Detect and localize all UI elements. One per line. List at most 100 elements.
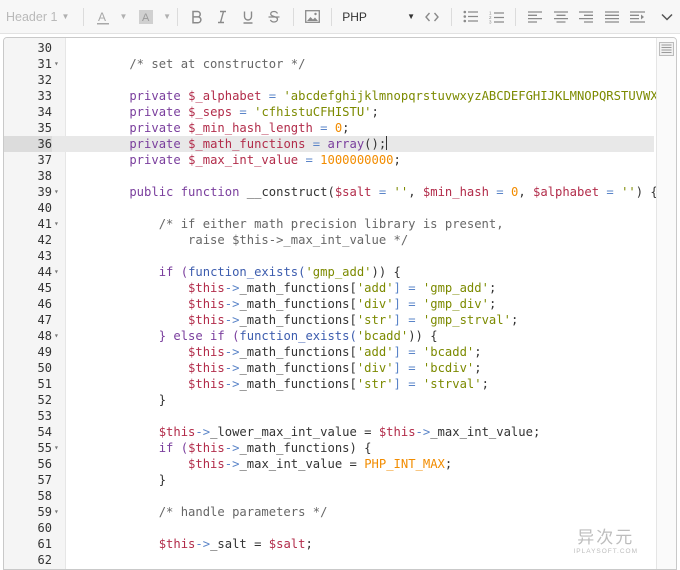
heading-select[interactable]: Header 1 ▼ — [6, 10, 77, 24]
code-line[interactable]: 39 ▾ public function __construct($salt = … — [4, 184, 658, 200]
line-number: 40 — [37, 201, 52, 215]
italic-button[interactable] — [212, 6, 234, 28]
code-line[interactable]: 59 ▾ /* handle parameters */ — [4, 504, 654, 520]
code-token: private — [100, 153, 189, 167]
bulleted-list-button[interactable] — [460, 6, 482, 28]
code-line[interactable]: 55 ▾ if ($this->_math_functions) { — [4, 440, 654, 456]
vertical-scrollbar[interactable] — [656, 38, 676, 569]
code-token: $salt — [268, 537, 306, 551]
code-line[interactable]: 48 ▾ } else if (function_exists('bcadd'))… — [4, 328, 654, 344]
background-color-button[interactable]: A — [135, 6, 157, 28]
underline-button[interactable] — [237, 6, 259, 28]
code-line[interactable]: 32 — [4, 72, 654, 88]
line-number: 49 — [37, 345, 52, 359]
line-number: 59 — [37, 505, 52, 519]
code-token: ; — [474, 361, 482, 375]
fold-arrow-icon[interactable]: ▾ — [54, 264, 64, 280]
code-line[interactable]: 37 private $_max_int_value = 1000000000; — [4, 152, 654, 168]
code-text: private $_alphabet = 'abcdefghijklmnopqr… — [100, 88, 676, 104]
code-line[interactable]: 44 ▾ if (function_exists('gmp_add')) { — [4, 264, 654, 280]
fold-arrow-icon[interactable]: ▾ — [54, 56, 64, 72]
toolbar-divider — [331, 7, 333, 26]
code-line[interactable]: 35 private $_min_hash_length = 0; — [4, 120, 654, 136]
align-right-button[interactable] — [575, 6, 597, 28]
code-token: 'add' — [356, 345, 394, 359]
code-line[interactable]: 31 ▾ /* set at constructor */ — [4, 56, 654, 72]
code-line[interactable]: 49 $this->_math_functions['add'] = 'bcad… — [4, 344, 654, 360]
collapse-toolbar-button[interactable] — [656, 6, 678, 28]
code-line[interactable]: 38 — [4, 168, 654, 184]
code-text: } else if (function_exists('bcadd')) { — [100, 328, 438, 344]
code-token: ] = — [393, 281, 423, 295]
justify-button[interactable] — [601, 6, 623, 28]
code-line[interactable]: 45 $this->_math_functions['add'] = 'gmp_… — [4, 280, 654, 296]
line-number: 38 — [37, 169, 52, 183]
code-token: $salt — [334, 185, 372, 199]
code-area[interactable]: 30 31 ▾ /* set at constructor */32 33 priva… — [4, 40, 676, 568]
code-line[interactable]: 61 $this->_salt = $salt; — [4, 536, 654, 552]
fold-arrow-icon[interactable]: ▾ — [54, 440, 64, 456]
code-line[interactable]: 41 ▾ /* if either math precision library … — [4, 216, 654, 232]
bold-button[interactable] — [186, 6, 208, 28]
align-center-button[interactable] — [550, 6, 572, 28]
numbered-list-button[interactable]: 1 2 3 — [485, 6, 507, 28]
code-line[interactable]: 56 $this->_max_int_value = PHP_INT_MAX; — [4, 456, 654, 472]
code-line[interactable]: 62 — [4, 552, 654, 568]
fold-arrow-icon[interactable]: ▾ — [54, 504, 64, 520]
code-token: } — [100, 393, 167, 407]
code-token: private — [100, 105, 189, 119]
code-token: -> — [195, 425, 211, 439]
text-color-icon: A — [96, 10, 109, 24]
code-line[interactable]: 43 — [4, 248, 654, 264]
code-token: $this — [100, 313, 225, 327]
code-token: ; — [488, 297, 497, 311]
code-line[interactable]: 52 } — [4, 392, 654, 408]
chevron-down-icon[interactable]: ▼ — [163, 12, 171, 21]
code-token: public — [100, 185, 181, 199]
svg-text:A: A — [98, 10, 106, 24]
code-line[interactable]: 30 — [4, 40, 654, 56]
code-button[interactable] — [421, 6, 443, 28]
text-color-button[interactable]: A — [92, 6, 114, 28]
align-left-button[interactable] — [524, 6, 546, 28]
language-select[interactable]: PHP ▼ — [342, 10, 415, 24]
fold-arrow-icon[interactable]: ▾ — [54, 328, 64, 344]
indent-button[interactable] — [627, 6, 649, 28]
fold-arrow-icon[interactable]: ▾ — [54, 216, 64, 232]
code-token: -> — [224, 313, 240, 327]
minimap-icon[interactable] — [659, 42, 674, 56]
code-line[interactable]: 51 $this->_math_functions['str'] = 'strv… — [4, 376, 654, 392]
line-number: 50 — [37, 361, 52, 375]
fold-arrow-icon[interactable]: ▾ — [54, 184, 64, 200]
code-line[interactable]: 47 $this->_math_functions['str'] = 'gmp_… — [4, 312, 654, 328]
code-line[interactable]: 53 — [4, 408, 654, 424]
code-text: } — [100, 392, 166, 408]
code-token: $this — [188, 441, 225, 455]
code-line[interactable]: 60 — [4, 520, 654, 536]
code-line[interactable]: 40 — [4, 200, 654, 216]
code-line[interactable]: 58 — [4, 488, 654, 504]
strikethrough-button[interactable] — [263, 6, 285, 28]
code-line[interactable]: 33 private $_alphabet = 'abcdefghijklmno… — [4, 88, 676, 104]
code-line[interactable]: 42 raise $this->_max_int_value */ — [4, 232, 654, 248]
code-editor[interactable]: 30 31 ▾ /* set at constructor */32 33 priva… — [3, 37, 677, 570]
image-icon — [304, 10, 320, 23]
code-token: ) { — [635, 185, 658, 199]
code-text: private $_seps = 'cfhistuCFHISTU'; — [100, 104, 379, 120]
code-token: $this — [100, 457, 225, 471]
code-line[interactable]: 34 private $_seps = 'cfhistuCFHISTU'; — [4, 104, 654, 120]
code-line[interactable]: 46 $this->_math_functions['div'] = 'gmp_… — [4, 296, 654, 312]
code-token: _max_int_value = — [239, 457, 365, 471]
code-token: ; — [393, 153, 401, 167]
code-token: $_seps — [188, 105, 233, 119]
code-line[interactable]: 57 } — [4, 472, 654, 488]
chevron-down-icon[interactable]: ▼ — [120, 12, 128, 21]
insert-image-button[interactable] — [302, 6, 324, 28]
code-text: /* handle parameters */ — [100, 504, 328, 520]
chevron-down-icon: ▼ — [407, 12, 416, 21]
code-line[interactable]: 36 private $_math_functions = array(); — [4, 136, 654, 152]
code-line[interactable]: 54 $this->_lower_max_int_value = $this->… — [4, 424, 654, 440]
code-token: $this — [100, 537, 196, 551]
code-line[interactable]: 50 $this->_math_functions['div'] = 'bcdi… — [4, 360, 654, 376]
code-token: function_exists( — [188, 265, 306, 279]
